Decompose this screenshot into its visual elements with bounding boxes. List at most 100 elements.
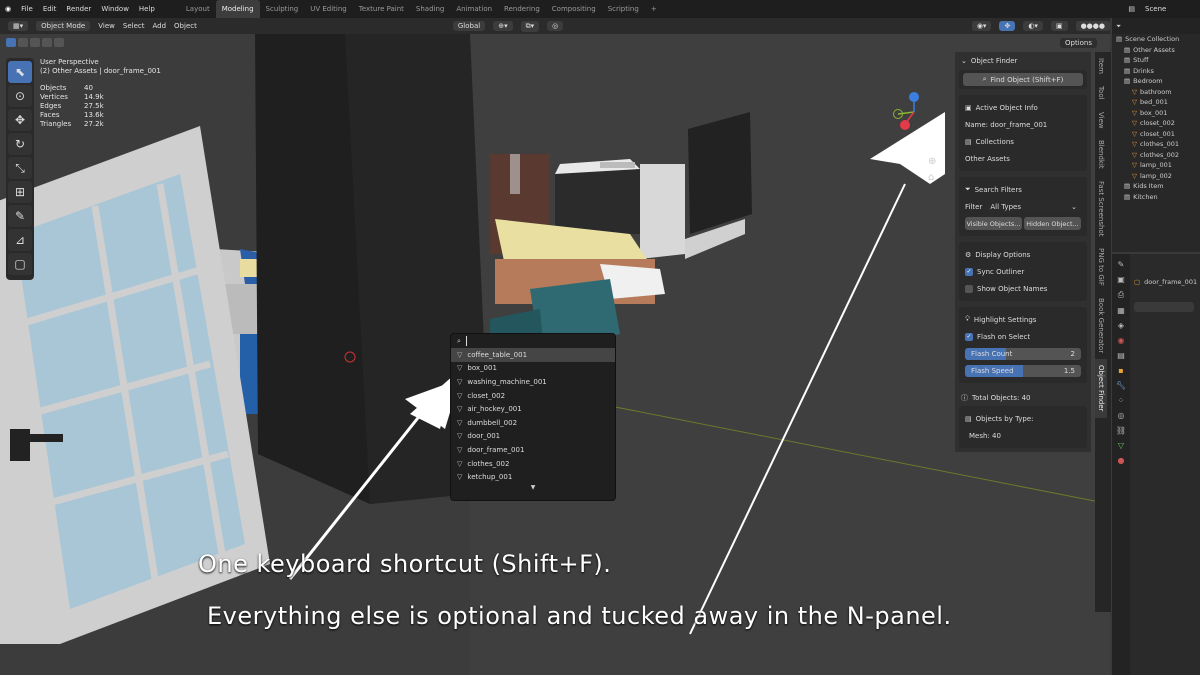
outliner-row[interactable]: ▽ box_001 (1112, 108, 1200, 119)
move-tool-icon[interactable]: ✥ (8, 109, 32, 131)
scale-tool-icon[interactable]: ⤡ (8, 157, 32, 179)
scene-icon[interactable]: ▤ (1123, 5, 1140, 13)
constraints-icon[interactable]: ⛓ (1116, 426, 1126, 435)
add-workspace-icon[interactable]: + (645, 5, 663, 13)
menu-window[interactable]: Window (96, 5, 134, 13)
menu-edit[interactable]: Edit (38, 5, 62, 13)
outliner-row[interactable]: ▽ lamp_002 (1112, 171, 1200, 182)
outliner-row[interactable]: ▤ Kids Item (1112, 181, 1200, 192)
sync-outliner-checkbox[interactable]: ✓ Sync Outliner (965, 263, 1081, 280)
overlay-icon[interactable]: ◐▾ (1023, 21, 1043, 31)
search-result-item[interactable]: ▽ dumbbell_002 (451, 416, 615, 430)
tab-fast-screenshot[interactable]: Fast Screenshot (1095, 175, 1107, 242)
hidden-objects-button[interactable]: Hidden Object... (1024, 217, 1081, 230)
menu-render[interactable]: Render (61, 5, 96, 13)
outliner-row[interactable]: ▽ bathroom (1112, 87, 1200, 98)
outliner-row[interactable]: ▽ clothes_001 (1112, 139, 1200, 150)
physics-icon[interactable]: ◎ (1118, 411, 1125, 420)
options-button[interactable]: Options (1060, 38, 1098, 48)
data-props-icon[interactable]: ▽ (1118, 441, 1124, 450)
tab-item[interactable]: Item (1095, 52, 1107, 80)
tab-blendkit[interactable]: Blendkit (1095, 134, 1107, 175)
mode-dropdown[interactable]: Object Mode (36, 21, 91, 31)
modifier-props-icon[interactable]: 🔧︎ (1116, 381, 1126, 390)
gizmo-toggle-icon[interactable]: ✥ (999, 21, 1016, 31)
tab-texture-paint[interactable]: Texture Paint (353, 5, 410, 13)
outliner-row[interactable]: ▽ lamp_001 (1112, 160, 1200, 171)
collection-props-icon[interactable]: ▤ (1117, 351, 1125, 360)
particles-icon[interactable]: ⁘ (1118, 396, 1125, 405)
shading-mode-icon[interactable]: ●●●● (1075, 21, 1110, 31)
menu-add[interactable]: Add (152, 22, 166, 30)
outliner-row[interactable]: ▤ Bedroom (1112, 76, 1200, 87)
outliner-row[interactable]: ▤ Kitchen (1112, 192, 1200, 203)
menu-file[interactable]: File (16, 5, 38, 13)
search-result-item[interactable]: ▽ coffee_table_001 (451, 348, 615, 362)
menu-select[interactable]: Select (123, 22, 145, 30)
rotate-tool-icon[interactable]: ↻ (8, 133, 32, 155)
search-result-item[interactable]: ▽ washing_machine_001 (451, 375, 615, 389)
outliner-row[interactable]: ▽ closet_001 (1112, 129, 1200, 140)
menu-view[interactable]: View (98, 22, 115, 30)
visible-objects-button[interactable]: Visible Objects... (965, 217, 1022, 230)
render-props-icon[interactable]: ▣ (1117, 275, 1125, 284)
tab-compositing[interactable]: Compositing (546, 5, 602, 13)
tab-view[interactable]: View (1095, 106, 1107, 135)
search-result-item[interactable]: ▽ closet_002 (451, 389, 615, 403)
selection-mode-buttons[interactable] (6, 38, 64, 47)
visibility-icon[interactable]: ◉▾ (971, 21, 992, 31)
scene-props-icon[interactable]: ◈ (1118, 321, 1124, 330)
flash-select-checkbox[interactable]: ✓ Flash on Select (965, 328, 1081, 345)
output-props-icon[interactable]: ⎙ (1118, 290, 1124, 300)
blender-logo-icon[interactable]: ◉ (0, 5, 16, 13)
cursor-tool-icon[interactable]: ⊙ (8, 85, 32, 107)
tab-uv-editing[interactable]: UV Editing (304, 5, 353, 13)
tab-layout[interactable]: Layout (180, 5, 216, 13)
filter-icon[interactable]: ⏷ (1116, 22, 1121, 31)
flash-speed-slider[interactable]: Flash Speed 1.5 (965, 364, 1081, 377)
orientation-dropdown[interactable]: Global (452, 21, 486, 31)
search-result-item[interactable]: ▽ door_frame_001 (451, 443, 615, 457)
view-layer-icon[interactable]: ▦ (1117, 306, 1125, 315)
object-props-icon[interactable]: ▪ (1118, 366, 1123, 375)
flash-count-slider[interactable]: Flash Count 2 (965, 347, 1081, 360)
add-cube-tool-icon[interactable]: ▢ (8, 253, 32, 275)
material-props-icon[interactable]: ● (1118, 456, 1125, 465)
zoom-icon[interactable]: ⊕ (928, 156, 936, 167)
outliner-row[interactable]: ▽ clothes_002 (1112, 150, 1200, 161)
outliner-row[interactable]: ▤ Other Assets (1112, 45, 1200, 56)
menu-help[interactable]: Help (134, 5, 160, 13)
search-result-item[interactable]: ▽ ketchup_001 (451, 470, 615, 484)
outliner-row[interactable]: ▤ Drinks (1112, 66, 1200, 77)
annotate-tool-icon[interactable]: ✎ (8, 205, 32, 227)
tab-modeling[interactable]: Modeling (215, 0, 260, 18)
tool-props-icon[interactable]: ✎ (1118, 260, 1125, 269)
menu-object[interactable]: Object (174, 22, 197, 30)
proportional-edit-icon[interactable]: ◎ (547, 21, 564, 31)
filter-type-dropdown[interactable]: All Types ⌄ (986, 200, 1081, 213)
show-names-checkbox[interactable]: Show Object Names (965, 280, 1081, 297)
outliner-row[interactable]: ▽ bed_001 (1112, 97, 1200, 108)
outliner-row[interactable]: ▤ Stuff (1112, 55, 1200, 66)
search-result-item[interactable]: ▽ box_001 (451, 362, 615, 376)
tab-object-finder[interactable]: Object Finder (1095, 359, 1107, 418)
select-tool-icon[interactable]: ⬉ (8, 61, 32, 83)
npanel-header[interactable]: ⌄ Object Finder (955, 52, 1091, 70)
tab-shading[interactable]: Shading (410, 5, 450, 13)
tab-animation[interactable]: Animation (450, 5, 498, 13)
measure-tool-icon[interactable]: ⊿ (8, 229, 32, 251)
tab-png-to-gif[interactable]: PNG to GIF (1095, 242, 1107, 292)
tab-sculpting[interactable]: Sculpting (260, 5, 305, 13)
tab-scripting[interactable]: Scripting (602, 5, 645, 13)
search-result-item[interactable]: ▽ clothes_002 (451, 457, 615, 471)
tab-tool[interactable]: Tool (1095, 80, 1107, 106)
camera-view-icon[interactable]: ⌂ (928, 172, 934, 183)
find-object-button[interactable]: ⌕ Find Object (Shift+F) (963, 73, 1083, 86)
world-props-icon[interactable]: ◉ (1118, 336, 1125, 345)
tab-book-generator[interactable]: Book Generator (1095, 292, 1107, 359)
search-result-item[interactable]: ▽ door_001 (451, 430, 615, 444)
pivot-icon[interactable]: ⊕▾ (493, 21, 513, 31)
tab-rendering[interactable]: Rendering (498, 5, 546, 13)
xray-icon[interactable]: ▣ (1050, 21, 1068, 31)
search-result-item[interactable]: ▽ air_hockey_001 (451, 402, 615, 416)
